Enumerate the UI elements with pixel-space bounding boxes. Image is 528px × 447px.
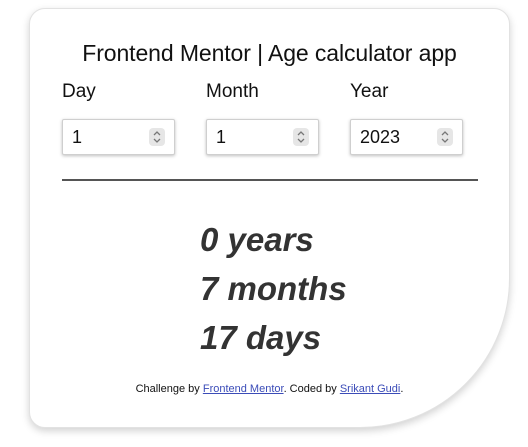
age-calculator-card: Frontend Mentor | Age calculator app Day… [29, 8, 510, 428]
day-spinner-icon[interactable] [149, 128, 165, 146]
attribution-footer: Challenge by Frontend Mentor. Coded by S… [30, 383, 509, 395]
day-field: Day 1 [62, 81, 175, 155]
year-label: Year [350, 81, 389, 102]
month-label: Month [206, 81, 259, 102]
results: 0 years 7 months 17 days [200, 215, 347, 362]
year-input[interactable]: 2023 [350, 119, 463, 155]
year-input-value: 2023 [360, 127, 401, 147]
attribution-suffix: . [400, 383, 404, 395]
attribution-prefix: Challenge by [135, 383, 203, 395]
frontend-mentor-link[interactable]: Frontend Mentor [203, 383, 284, 395]
result-days: 17 days [200, 319, 322, 356]
month-field: Month 1 [206, 81, 319, 155]
divider [62, 179, 478, 181]
year-spinner-icon[interactable] [437, 128, 453, 146]
month-input[interactable]: 1 [206, 119, 319, 155]
month-spinner-icon[interactable] [293, 128, 309, 146]
day-input[interactable]: 1 [62, 119, 175, 155]
day-label: Day [62, 81, 96, 102]
page-title: Frontend Mentor | Age calculator app [82, 40, 457, 66]
attribution-middle: . Coded by [283, 383, 340, 395]
result-years: 0 years [200, 221, 314, 258]
month-input-value: 1 [216, 127, 227, 147]
day-input-value: 1 [72, 127, 83, 147]
result-months: 7 months [200, 270, 347, 307]
author-link[interactable]: Srikant Gudi [340, 383, 401, 395]
year-field: Year 2023 [350, 81, 463, 155]
